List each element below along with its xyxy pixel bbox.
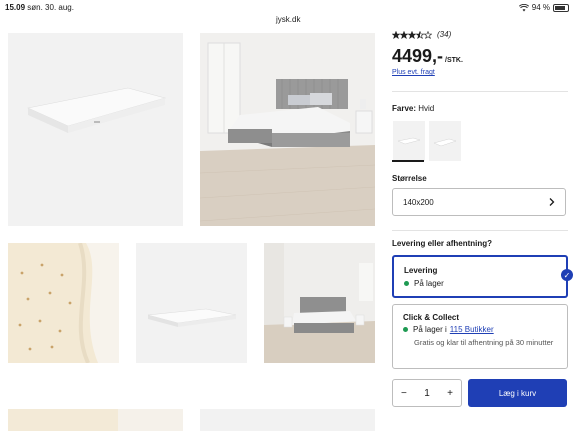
check-icon: ✓ xyxy=(561,269,573,281)
swatch-alternative[interactable] xyxy=(428,120,462,162)
in-stock-icon xyxy=(403,327,408,332)
product-image-foam-closeup[interactable] xyxy=(8,243,119,363)
stores-link[interactable]: 115 Butikker xyxy=(450,325,494,334)
plus-button[interactable]: + xyxy=(447,388,453,399)
color-label: Farve: Hvid xyxy=(392,104,435,113)
option-title: Levering xyxy=(404,266,438,275)
product-image-mattress[interactable] xyxy=(8,33,183,226)
size-label: Størrelse xyxy=(392,174,427,183)
in-stock-icon xyxy=(404,281,409,286)
delivery-question: Levering eller afhentning? xyxy=(392,239,493,248)
color-value: Hvid xyxy=(418,104,435,113)
delivery-option-click-collect[interactable]: Click & Collect På lager i 115 Butikker G… xyxy=(392,304,568,369)
rating-count: (34) xyxy=(437,30,452,39)
divider xyxy=(392,230,568,231)
option-stock: På lager i 115 Butikker xyxy=(403,325,494,334)
star-icon xyxy=(392,30,432,39)
delivery-option-home[interactable]: Levering På lager ✓ xyxy=(392,255,573,298)
product-image-bedroom-2[interactable] xyxy=(264,243,375,363)
product-image-foam-bottom[interactable] xyxy=(8,409,183,431)
product-image-bedroom[interactable] xyxy=(200,33,375,226)
wifi-icon xyxy=(518,3,529,11)
option-stock: På lager xyxy=(404,279,444,288)
product-price: 4499,-/STK. xyxy=(392,46,463,66)
status-right: 94 % xyxy=(518,3,569,12)
option-title: Click & Collect xyxy=(403,313,460,322)
address-bar[interactable]: jysk.dk xyxy=(268,14,309,25)
rating-stars[interactable]: (34) xyxy=(392,30,451,39)
quantity-value: 1 xyxy=(424,387,430,399)
status-time: 15.09 søn. 30. aug. xyxy=(5,3,74,12)
swatch-selected-indicator xyxy=(392,160,424,162)
chevron-right-icon xyxy=(549,198,555,206)
battery-icon xyxy=(553,3,569,12)
swatch-white-selected[interactable] xyxy=(392,120,426,162)
product-image-topper-side[interactable] xyxy=(136,243,247,363)
minus-button[interactable]: − xyxy=(401,388,407,399)
option-note: Gratis og klar til afhentning på 30 minu… xyxy=(414,338,554,347)
add-to-cart-button[interactable]: Læg i kurv xyxy=(468,379,567,407)
divider xyxy=(392,91,568,92)
freight-link[interactable]: Plus evt. fragt xyxy=(392,69,435,76)
battery-percent: 94 % xyxy=(531,3,550,12)
price-unit: /STK. xyxy=(445,57,463,64)
product-image-bottom[interactable] xyxy=(200,409,375,431)
quantity-stepper[interactable]: − 1 + xyxy=(392,379,462,407)
size-selector[interactable]: 140x200 xyxy=(392,188,566,216)
size-value: 140x200 xyxy=(403,197,434,207)
